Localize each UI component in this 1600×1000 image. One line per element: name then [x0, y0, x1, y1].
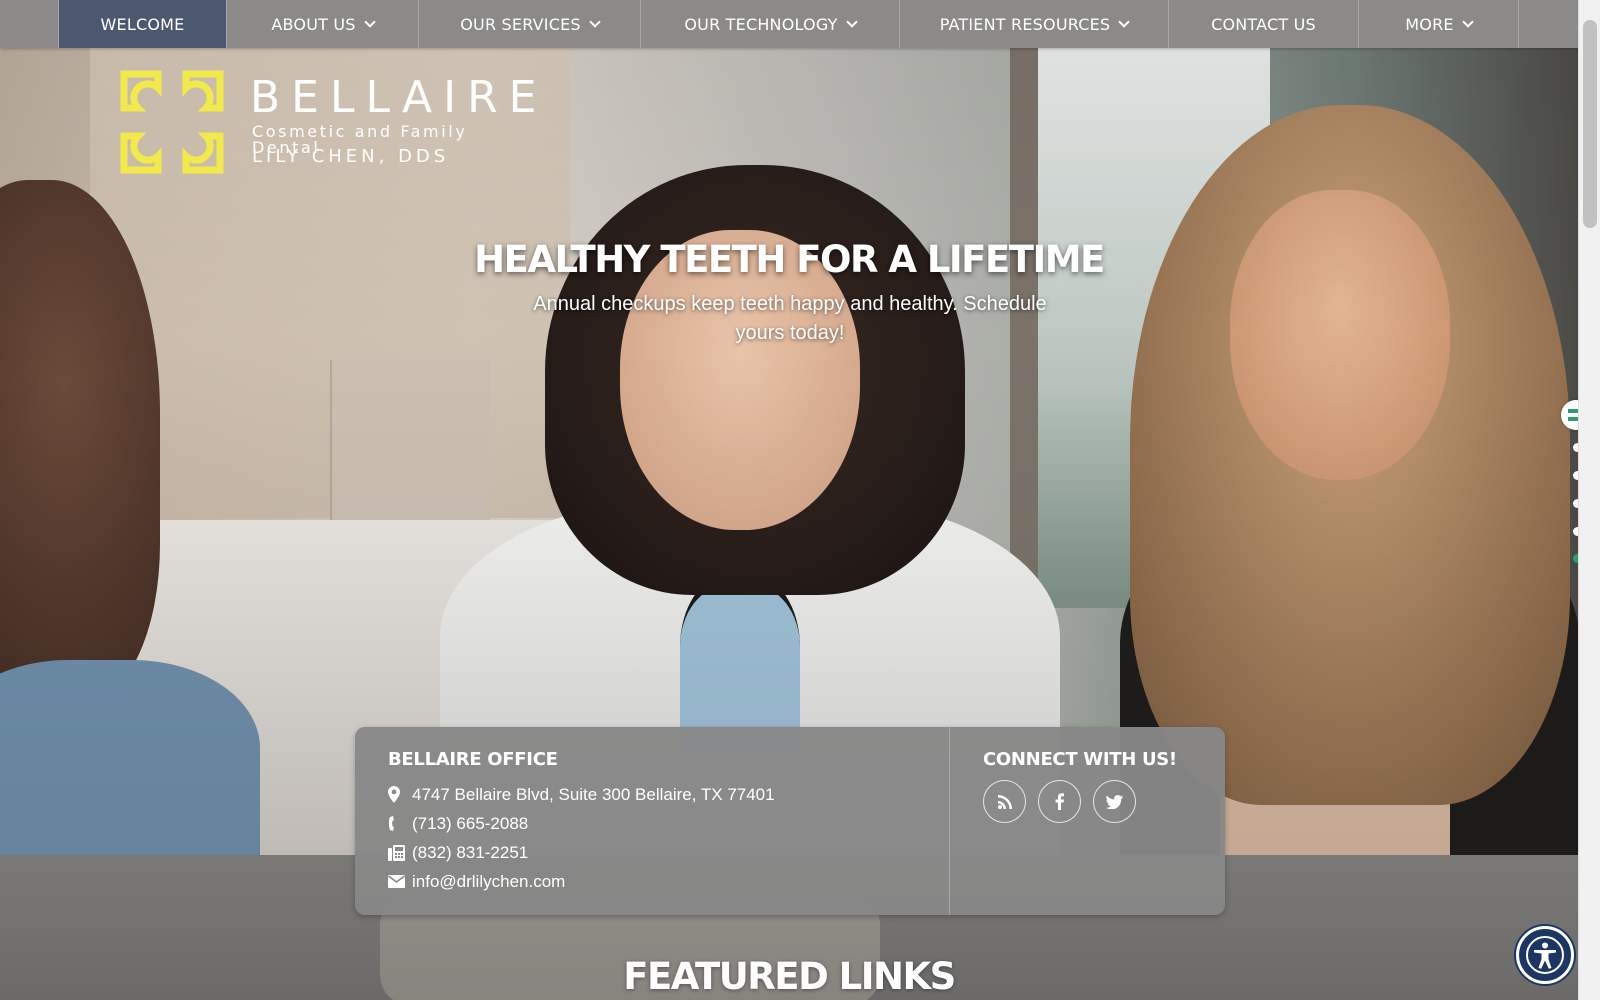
office-info: BELLAIRE OFFICE 4747 Bellaire Blvd, Suit… [355, 727, 950, 915]
accessibility-icon [1526, 936, 1564, 974]
chevron-down-icon [363, 15, 376, 28]
twitter-icon [1106, 794, 1123, 809]
logo-doctor: LILY CHEN, DDS [252, 146, 450, 167]
scrollbar-thumb[interactable] [1583, 20, 1597, 228]
nav-label: OUR SERVICES [460, 14, 581, 34]
logo-name: BELLAIRE [250, 72, 548, 123]
connect-section: CONNECT WITH US! [950, 727, 1225, 915]
twitter-button[interactable] [1093, 780, 1136, 823]
social-links [983, 780, 1192, 823]
office-address: 4747 Bellaire Blvd, Suite 300 Bellaire, … [412, 784, 775, 804]
main-nav: WELCOME ABOUT US OUR SERVICES OUR TECHNO… [0, 0, 1578, 48]
office-phone: (713) 665-2088 [412, 813, 529, 833]
facebook-button[interactable] [1038, 780, 1081, 823]
rss-icon [997, 794, 1012, 809]
nav-item-welcome[interactable]: WELCOME [58, 0, 227, 48]
nav-item-about-us[interactable]: ABOUT US [227, 0, 419, 48]
nav-label: WELCOME [100, 14, 185, 34]
page-scrollbar[interactable] [1578, 0, 1600, 1000]
hero-subtitle: Annual checkups keep teeth happy and hea… [533, 293, 1047, 344]
nav-label: MORE [1405, 14, 1454, 34]
nav-item-contact-us[interactable]: CONTACT US [1169, 0, 1359, 48]
nav-label: OUR TECHNOLOGY [684, 14, 838, 34]
office-info-card: BELLAIRE OFFICE 4747 Bellaire Blvd, Suit… [355, 727, 1225, 915]
chevron-down-icon [1462, 15, 1474, 28]
nav-item-patient-resources[interactable]: PATIENT RESOURCES [900, 0, 1169, 48]
envelope-icon [388, 875, 412, 888]
site-logo[interactable]: BELLAIRE Cosmetic and Family Dental LILY… [118, 68, 538, 178]
chevron-down-icon [589, 15, 601, 28]
logo-mark-icon [120, 70, 224, 174]
hero-title: HEALTHY TEETH FOR A LIFETIME [474, 238, 1105, 281]
office-heading: BELLAIRE OFFICE [388, 749, 558, 770]
phone-row[interactable]: (713) 665-2088 [388, 809, 916, 838]
nav-label: CONTACT US [1211, 14, 1316, 34]
map-pin-icon [388, 786, 412, 803]
facebook-icon [1055, 793, 1064, 810]
chevron-down-icon [845, 15, 858, 28]
nav-label: ABOUT US [271, 14, 356, 34]
nav-item-our-technology[interactable]: OUR TECHNOLOGY [641, 0, 900, 48]
office-fax: (832) 831-2251 [412, 842, 529, 862]
fax-icon [388, 844, 412, 861]
office-email: info@drlilychen.com [412, 871, 566, 891]
address-row[interactable]: 4747 Bellaire Blvd, Suite 300 Bellaire, … [388, 780, 916, 809]
connect-heading: CONNECT WITH US! [983, 749, 1177, 770]
phone-icon [388, 815, 412, 832]
nav-label: PATIENT RESOURCES [939, 14, 1111, 34]
rss-button[interactable] [983, 780, 1026, 823]
nav-item-more[interactable]: MORE [1359, 0, 1519, 48]
featured-links-heading: FEATURED LINKS [623, 955, 956, 998]
nav-item-our-services[interactable]: OUR SERVICES [419, 0, 641, 48]
fax-row: (832) 831-2251 [388, 838, 916, 867]
chevron-down-icon [1118, 15, 1130, 28]
email-row[interactable]: info@drlilychen.com [388, 867, 916, 896]
accessibility-button[interactable] [1516, 926, 1574, 984]
